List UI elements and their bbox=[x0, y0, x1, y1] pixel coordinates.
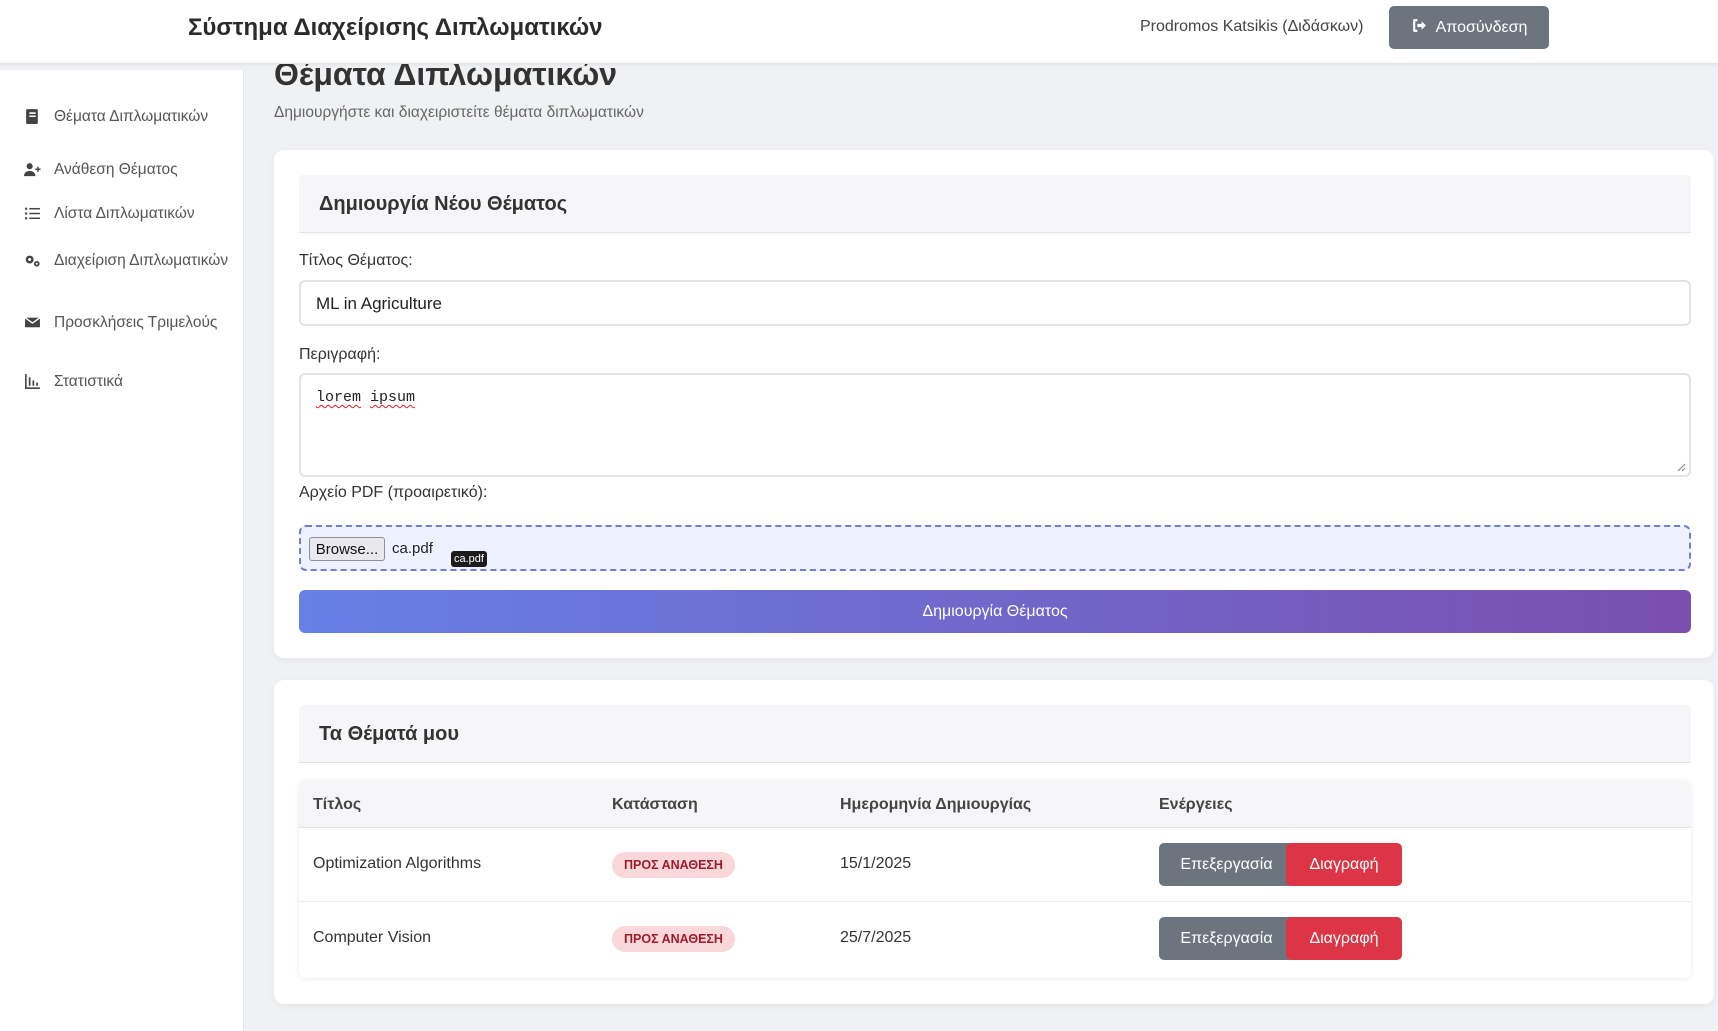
title-label: Τίτλος Θέματος: bbox=[299, 252, 413, 269]
topic-title: Optimization Algorithms bbox=[313, 855, 482, 872]
description-word: ipsum bbox=[370, 389, 416, 406]
browse-button[interactable]: Browse... bbox=[309, 537, 385, 561]
pdf-label: Αρχείο PDF (προαιρετικό): bbox=[299, 484, 488, 501]
create-topic-button[interactable]: Δημιουργία Θέματος bbox=[299, 590, 1691, 633]
page-subtitle: Δημιουργήστε και διαχειριστείτε θέματα δ… bbox=[274, 104, 644, 121]
logout-label: Αποσύνδεση bbox=[1435, 18, 1528, 36]
delete-button[interactable]: Διαγραφή bbox=[1286, 917, 1402, 960]
status-badge: ΠΡΟΣ ΑΝΑΘΕΣΗ bbox=[612, 926, 735, 952]
delete-button[interactable]: Διαγραφή bbox=[1286, 843, 1402, 886]
sidebar-item-statistics[interactable]: Στατιστικά bbox=[22, 371, 232, 391]
sign-out-icon bbox=[1411, 17, 1428, 39]
description-textarea[interactable]: lorem ipsum bbox=[299, 373, 1691, 477]
top-navbar: Σύστημα Διαχείρισης Διπλωματικών Prodrom… bbox=[0, 0, 1718, 64]
sidebar-item-assign[interactable]: Ανάθεση Θέματος bbox=[22, 159, 232, 179]
topic-title: Computer Vision bbox=[313, 929, 431, 946]
sidebar-item-label: Διαχείριση Διπλωματικών bbox=[54, 251, 229, 269]
table-row: Optimization Algorithms ΠΡΟΣ ΑΝΑΘΕΣΗ 15/… bbox=[299, 828, 1691, 902]
chart-icon bbox=[22, 371, 42, 391]
column-header-actions: Ενέργειες bbox=[1159, 796, 1233, 813]
my-topics-heading: Τα Θέματά μου bbox=[319, 723, 460, 745]
pdf-file-input[interactable]: Browse... ca.pdf ca.pdf bbox=[299, 525, 1691, 571]
sidebar-item-label: Θέματα Διπλωματικών bbox=[54, 107, 209, 125]
topics-table: Τίτλος Κατάσταση Ημερομηνία Δημιουργίας … bbox=[299, 780, 1691, 978]
table-row: Computer Vision ΠΡΟΣ ΑΝΑΘΕΣΗ 25/7/2025 Ε… bbox=[299, 902, 1691, 976]
sidebar-item-theses-list[interactable]: Λίστα Διπλωματικών bbox=[22, 203, 232, 223]
edit-button[interactable]: Επεξεργασία bbox=[1159, 843, 1294, 886]
create-topic-heading: Δημιουργία Νέου Θέματος bbox=[319, 193, 568, 215]
column-header-title: Τίτλος bbox=[313, 796, 362, 813]
sidebar: Θέματα Διπλωματικών Ανάθεση Θέματος Λίστ… bbox=[0, 70, 244, 1031]
table-header: Τίτλος Κατάσταση Ημερομηνία Δημιουργίας … bbox=[299, 780, 1691, 828]
logout-button[interactable]: Αποσύνδεση bbox=[1389, 6, 1549, 49]
card-header: Δημιουργία Νέου Θέματος bbox=[299, 175, 1691, 233]
created-date: 15/1/2025 bbox=[840, 855, 912, 872]
sidebar-item-label: Λίστα Διπλωματικών bbox=[54, 204, 195, 222]
sidebar-item-label: Ανάθεση Θέματος bbox=[54, 160, 178, 178]
gears-icon bbox=[22, 250, 42, 270]
resize-handle-icon[interactable] bbox=[1676, 462, 1686, 472]
column-header-status: Κατάσταση bbox=[612, 796, 698, 813]
sidebar-item-label: Προσκλήσεις Τριμελούς bbox=[54, 313, 218, 331]
book-icon bbox=[22, 106, 42, 126]
create-topic-card: Δημιουργία Νέου Θέματος Τίτλος Θέματος: … bbox=[274, 150, 1714, 658]
sidebar-item-topics[interactable]: Θέματα Διπλωματικών bbox=[22, 106, 232, 126]
my-topics-card: Τα Θέματά μου Τίτλος Κατάσταση Ημερομηνί… bbox=[274, 680, 1714, 1004]
card-header: Τα Θέματά μου bbox=[299, 705, 1691, 763]
sidebar-item-label: Στατιστικά bbox=[54, 372, 123, 390]
sidebar-item-committee-invites[interactable]: Προσκλήσεις Τριμελούς bbox=[22, 312, 232, 332]
status-badge: ΠΡΟΣ ΑΝΑΘΕΣΗ bbox=[612, 852, 735, 878]
envelope-icon bbox=[22, 312, 42, 332]
user-plus-icon bbox=[22, 159, 42, 179]
sidebar-item-manage[interactable]: Διαχείριση Διπλωματικών bbox=[22, 250, 232, 270]
column-header-created: Ημερομηνία Δημιουργίας bbox=[840, 796, 1032, 813]
description-label: Περιγραφή: bbox=[299, 346, 381, 363]
created-date: 25/7/2025 bbox=[840, 929, 912, 946]
list-icon bbox=[22, 203, 42, 223]
selected-file-name: ca.pdf bbox=[392, 540, 433, 557]
title-input[interactable]: ML in Agriculture bbox=[299, 280, 1691, 326]
app-title: Σύστημα Διαχείρισης Διπλωματικών bbox=[188, 14, 603, 41]
current-user-label: Prodromos Katsikis (Διδάσκων) bbox=[1140, 18, 1364, 35]
description-word: lorem bbox=[316, 389, 362, 406]
file-tooltip: ca.pdf bbox=[451, 551, 487, 567]
edit-button[interactable]: Επεξεργασία bbox=[1159, 917, 1294, 960]
